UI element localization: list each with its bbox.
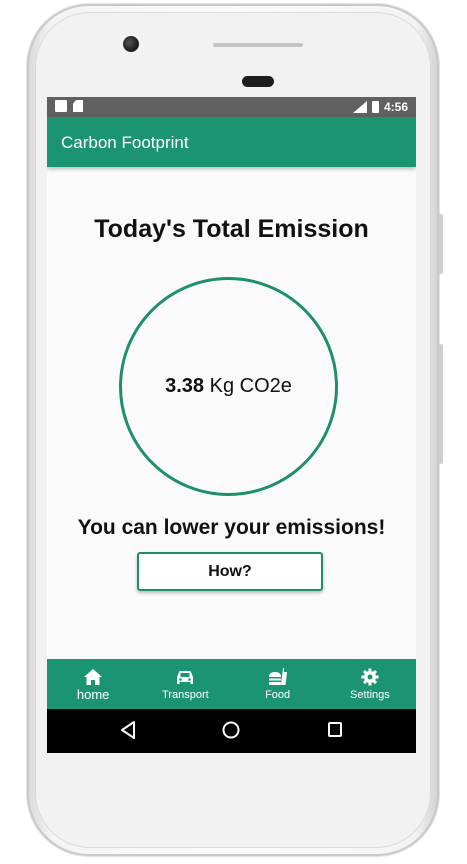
power-button	[439, 344, 443, 464]
status-right: LTE 4:56	[349, 98, 408, 114]
emission-ring: 3.38 Kg CO2e	[119, 277, 338, 496]
app-bar: Carbon Footprint	[47, 117, 416, 167]
emission-unit: Kg CO2e	[209, 375, 292, 397]
how-button[interactable]: How?	[137, 552, 323, 591]
main-content: Today's Total Emission 3.38 Kg CO2e You …	[47, 167, 416, 659]
bottom-navigation: home Transport Food Settings	[47, 659, 416, 709]
fastfood-icon	[268, 668, 288, 686]
lower-emissions-message: You can lower your emissions!	[77, 516, 386, 539]
clock: 4:56	[383, 100, 408, 114]
earpiece	[242, 76, 274, 87]
signal-icon: LTE	[349, 98, 367, 113]
system-navigation-bar	[47, 709, 416, 753]
network-type: LTE	[349, 98, 361, 104]
nav-label-transport: Transport	[162, 689, 209, 701]
notification-icons	[55, 100, 83, 112]
screen: LTE 4:56 Carbon Footprint Today's Total …	[47, 97, 416, 753]
nav-item-food[interactable]: Food	[232, 659, 324, 709]
car-icon	[176, 668, 194, 686]
nav-item-transport[interactable]: Transport	[139, 659, 231, 709]
nav-item-home[interactable]: home	[47, 659, 139, 709]
nav-label-settings: Settings	[350, 689, 390, 701]
page-title: Today's Total Emission	[94, 215, 369, 243]
app-title: Carbon Footprint	[61, 133, 189, 152]
home-circle-icon[interactable]	[222, 721, 240, 744]
home-icon	[84, 668, 103, 686]
back-icon[interactable]	[120, 721, 136, 744]
recents-icon[interactable]	[327, 721, 343, 744]
front-camera	[123, 36, 139, 52]
nav-label-home: home	[76, 687, 110, 702]
notification-icon	[55, 100, 67, 112]
emission-value: 3.38	[165, 375, 205, 397]
status-bar: LTE 4:56	[47, 97, 416, 117]
sd-card-icon	[73, 100, 83, 112]
nav-item-settings[interactable]: Settings	[324, 659, 416, 709]
nav-label-food: Food	[265, 689, 291, 701]
battery-icon	[371, 101, 379, 113]
speaker-grille	[213, 43, 303, 47]
volume-button	[439, 214, 443, 274]
gear-icon	[361, 668, 379, 686]
emission-readout: 3.38 Kg CO2e	[165, 375, 292, 398]
